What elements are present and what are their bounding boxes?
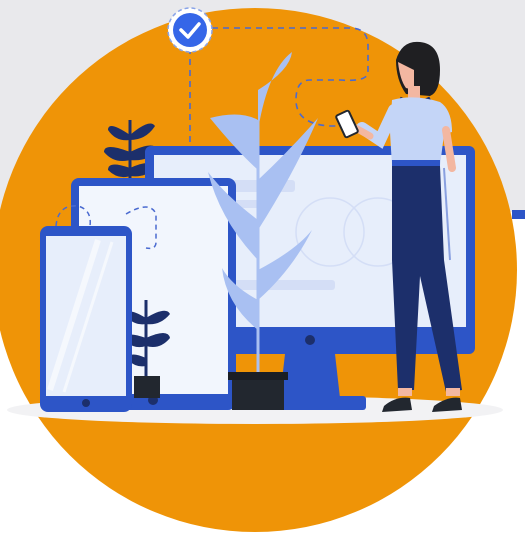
devices-illustration (0, 0, 525, 532)
accent-bar (512, 210, 525, 219)
checkmark-badge-icon (167, 7, 213, 53)
phone-icon (40, 205, 132, 412)
illustration-stage (0, 0, 525, 534)
